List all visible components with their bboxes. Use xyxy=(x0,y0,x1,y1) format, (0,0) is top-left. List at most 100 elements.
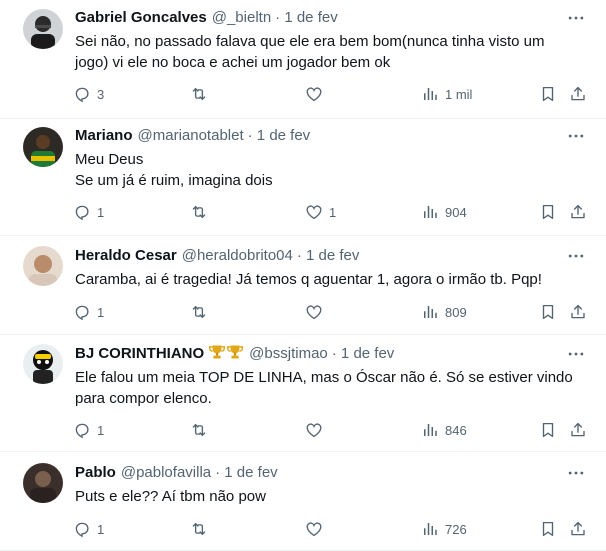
reply-icon xyxy=(73,520,91,538)
tweet-text: Caramba, ai é tragedia! Já temos q aguen… xyxy=(75,269,576,290)
tweet-text-line: Puts e ele?? Aí tbm não pow xyxy=(75,488,266,505)
tweet-actions: 3 1 mil xyxy=(73,82,588,106)
like-icon xyxy=(305,303,323,321)
share-button[interactable] xyxy=(569,300,587,324)
reply-button-count: 1 xyxy=(97,521,105,537)
retweet-icon xyxy=(190,303,208,321)
replies-feed: Gabriel Goncalves @_bieltn · 1 de fev Sei n… xyxy=(0,0,606,551)
views-icon xyxy=(421,85,439,103)
tweet-header: Gabriel Goncalves @_bieltn · 1 de fev xyxy=(75,8,338,28)
bookmark-button[interactable] xyxy=(539,200,557,224)
share-button[interactable] xyxy=(569,82,587,106)
bookmark-button[interactable] xyxy=(539,418,557,442)
user-handle[interactable]: @heraldobrito04 xyxy=(182,247,293,264)
reply-button[interactable]: 1 xyxy=(73,300,104,324)
display-name[interactable]: Gabriel Goncalves xyxy=(75,9,207,26)
views-button[interactable]: 846 xyxy=(421,418,467,442)
avatar[interactable] xyxy=(23,463,63,503)
display-name[interactable]: Mariano xyxy=(75,127,133,144)
like-button[interactable] xyxy=(305,517,329,541)
avatar[interactable] xyxy=(23,127,63,167)
reply-icon xyxy=(73,421,91,439)
retweet-icon xyxy=(190,203,208,221)
more-icon[interactable] xyxy=(566,126,586,146)
views-button[interactable]: 809 xyxy=(421,300,467,324)
reply-button[interactable]: 3 xyxy=(73,82,104,106)
reply-tweet[interactable]: Pablo @pablofavilla · 1 de fev Puts e ele??… xyxy=(0,452,606,551)
tweet-text-line: Sei não, no passado falava que ele era b… xyxy=(75,33,545,50)
views-button[interactable]: 726 xyxy=(421,517,467,541)
reply-tweet[interactable]: BJ CORINTHIANO @bssjtimao · 1 de fev Ele fa… xyxy=(0,335,606,452)
bookmark-button[interactable] xyxy=(539,517,557,541)
tweet-text-line: Meu Deus xyxy=(75,151,144,168)
reply-button-count: 1 xyxy=(97,304,105,320)
tweet-text: Ele falou um meia TOP DE LINHA, mas o Ós… xyxy=(75,367,576,409)
tweet-date[interactable]: · 1 de fev xyxy=(332,345,395,362)
user-handle[interactable]: @marianotablet xyxy=(138,127,244,144)
avatar[interactable] xyxy=(23,9,63,49)
avatar[interactable] xyxy=(23,344,63,384)
bookmark-icon xyxy=(539,520,557,538)
reply-button[interactable]: 1 xyxy=(73,200,104,224)
like-icon xyxy=(305,85,323,103)
retweet-button[interactable] xyxy=(190,517,214,541)
reply-button-count: 1 xyxy=(97,204,105,220)
display-name[interactable]: Heraldo Cesar xyxy=(75,247,177,264)
retweet-icon xyxy=(190,520,208,538)
tweet-text-line: Se um já é ruim, imagina dois xyxy=(75,172,273,189)
bookmark-button[interactable] xyxy=(539,82,557,106)
share-button[interactable] xyxy=(569,418,587,442)
share-icon xyxy=(569,203,587,221)
tweet-date[interactable]: · 1 de fev xyxy=(248,127,311,144)
views-button-count: 846 xyxy=(445,422,467,438)
reply-button[interactable]: 1 xyxy=(73,517,104,541)
views-button[interactable]: 1 mil xyxy=(421,82,472,106)
share-button[interactable] xyxy=(569,517,587,541)
like-button[interactable] xyxy=(305,82,329,106)
tweet-actions: 1 846 xyxy=(73,418,588,442)
views-icon xyxy=(421,303,439,321)
more-icon[interactable] xyxy=(566,344,586,364)
display-name[interactable]: BJ CORINTHIANO xyxy=(75,345,204,362)
trophy-icon xyxy=(208,344,244,366)
like-icon xyxy=(305,421,323,439)
avatar[interactable] xyxy=(23,246,63,286)
reply-tweet[interactable]: Gabriel Goncalves @_bieltn · 1 de fev Sei n… xyxy=(0,0,606,119)
more-icon[interactable] xyxy=(566,463,586,483)
retweet-button[interactable] xyxy=(190,300,214,324)
reply-tweet[interactable]: Mariano @marianotablet · 1 de fev Meu Deus S… xyxy=(0,119,606,236)
user-handle[interactable]: @_bieltn xyxy=(212,9,271,26)
bookmark-button[interactable] xyxy=(539,300,557,324)
tweet-date[interactable]: · 1 de fev xyxy=(275,9,338,26)
more-icon[interactable] xyxy=(566,246,586,266)
tweet-date[interactable]: · 1 de fev xyxy=(215,464,278,481)
tweet-text: Sei não, no passado falava que ele era b… xyxy=(75,31,576,73)
share-button[interactable] xyxy=(569,200,587,224)
reply-tweet[interactable]: Heraldo Cesar @heraldobrito04 · 1 de fev Ca… xyxy=(0,236,606,335)
views-button-count: 809 xyxy=(445,304,467,320)
reply-button[interactable]: 1 xyxy=(73,418,104,442)
retweet-button[interactable] xyxy=(190,82,214,106)
like-button[interactable] xyxy=(305,300,329,324)
like-button[interactable]: 1 xyxy=(305,200,336,224)
retweet-button[interactable] xyxy=(190,418,214,442)
bookmark-icon xyxy=(539,303,557,321)
views-button[interactable]: 904 xyxy=(421,200,467,224)
retweet-button[interactable] xyxy=(190,200,214,224)
like-icon xyxy=(305,520,323,538)
more-icon[interactable] xyxy=(566,8,586,28)
tweet-actions: 1 809 xyxy=(73,300,588,324)
user-handle[interactable]: @pablofavilla xyxy=(121,464,211,481)
like-button[interactable] xyxy=(305,418,329,442)
tweet-text-line: jogo) vi ele no boca e achei um jogador … xyxy=(75,54,391,71)
share-icon xyxy=(569,85,587,103)
tweet-header: Heraldo Cesar @heraldobrito04 · 1 de fev xyxy=(75,246,359,266)
share-icon xyxy=(569,303,587,321)
tweet-text-line: Caramba, ai é tragedia! Já temos q aguen… xyxy=(75,271,542,288)
tweet-date[interactable]: · 1 de fev xyxy=(297,247,360,264)
views-button-count: 904 xyxy=(445,204,467,220)
display-name[interactable]: Pablo xyxy=(75,464,116,481)
user-handle[interactable]: @bssjtimao xyxy=(249,345,328,362)
tweet-text-line: Ele falou um meia TOP DE LINHA, mas o Ós… xyxy=(75,369,573,386)
retweet-icon xyxy=(190,421,208,439)
